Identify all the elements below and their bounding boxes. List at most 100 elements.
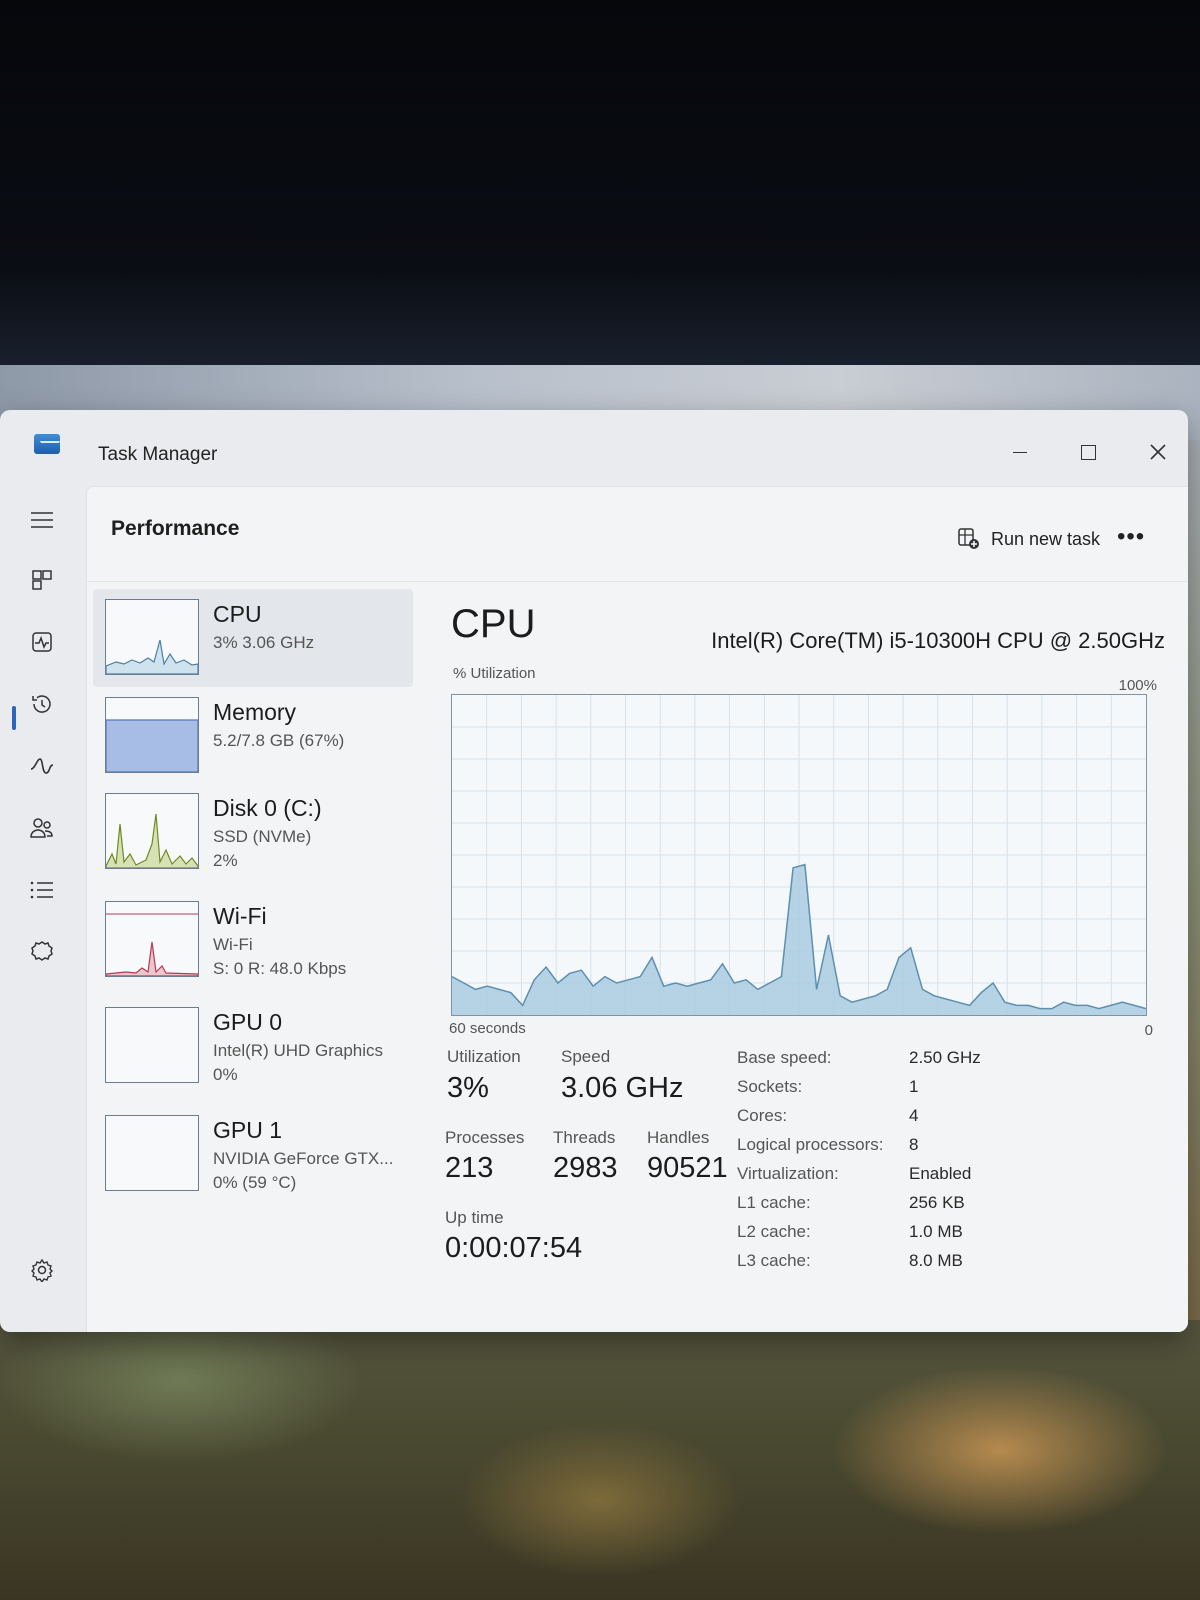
spec-base-speed: Base speed: 2.50 GHz — [737, 1048, 1137, 1076]
cpu-utilization-graph — [451, 694, 1147, 1016]
spec-value: 2.50 GHz — [909, 1048, 981, 1067]
page-title: Performance — [111, 517, 240, 540]
cpu-detail-panel: CPU Intel(R) Core(TM) i5-10300H CPU @ 2.… — [437, 582, 1177, 1332]
sidebar-wifi-name: Wi-Fi — [213, 903, 267, 929]
spec-key: Cores: — [737, 1106, 788, 1125]
cpu-utilization-chart — [452, 695, 1146, 1015]
run-task-icon — [958, 528, 979, 549]
sidebar-memory-name: Memory — [213, 699, 297, 725]
desktop-background-landscape — [0, 1320, 1200, 1600]
sidebar-item-cpu[interactable]: CPU 3% 3.06 GHz — [93, 589, 413, 687]
minimize-button[interactable] — [1000, 436, 1040, 468]
run-new-task-button[interactable]: Run new task — [957, 527, 1100, 551]
window-title: Task Manager — [98, 444, 218, 465]
processes-label: Processes — [445, 1128, 525, 1147]
sidebar-gpu0-name: GPU 0 — [213, 1009, 283, 1035]
spec-l2-cache: L2 cache: 1.0 MB — [737, 1222, 1137, 1250]
spec-value: 256 KB — [909, 1193, 965, 1212]
spec-key: Virtualization: — [737, 1164, 839, 1183]
sidebar-disk-usage: 2% — [213, 851, 238, 870]
task-manager-window: Task Manager Performance Run new task ••… — [0, 410, 1188, 1332]
handles-label: Handles — [647, 1128, 710, 1147]
spec-sockets: Sockets: 1 — [737, 1077, 1137, 1105]
spec-key: L1 cache: — [737, 1193, 811, 1212]
memory-thumbnail-graph — [105, 697, 199, 773]
spec-cores: Cores: 4 — [737, 1106, 1137, 1134]
desktop-background-dark — [0, 0, 1200, 380]
run-new-task-label: Run new task — [991, 528, 1101, 549]
title-bar[interactable]: Task Manager — [0, 410, 1188, 480]
spec-key: Logical processors: — [737, 1135, 884, 1154]
processes-value: 213 — [445, 1152, 494, 1184]
spec-value: 4 — [909, 1106, 919, 1125]
graph-min-label: 0 — [1144, 1022, 1153, 1039]
spec-value: Enabled — [909, 1164, 972, 1183]
sidebar-gpu1-usage: 0% (59 °C) — [213, 1173, 297, 1192]
performance-page: Performance Run new task ••• CPU 3% 3.06… — [86, 486, 1188, 1332]
sidebar-item-memory[interactable]: Memory 5.2/7.8 GB (67%) — [93, 687, 413, 785]
cpu-title: CPU — [451, 602, 536, 646]
speed-value: 3.06 GHz — [561, 1072, 684, 1104]
sidebar-item-disk[interactable]: Disk 0 (C:) SSD (NVMe) 2% — [93, 783, 413, 881]
sidebar-wifi-throughput: S: 0 R: 48.0 Kbps — [213, 959, 347, 978]
services-icon[interactable] — [24, 934, 60, 970]
active-nav-indicator — [12, 706, 16, 730]
maximize-button[interactable] — [1068, 436, 1108, 468]
details-icon[interactable] — [24, 872, 60, 908]
spec-virtualization: Virtualization: Enabled — [737, 1164, 1137, 1192]
sidebar-disk-type: SSD (NVMe) — [213, 827, 312, 846]
spec-l3-cache: L3 cache: 8.0 MB — [737, 1251, 1137, 1279]
wifi-thumbnail-graph — [105, 901, 199, 977]
spec-logical-processors: Logical processors: 8 — [737, 1135, 1137, 1163]
spec-key: Sockets: — [737, 1077, 803, 1096]
gpu0-thumbnail-graph — [105, 1007, 199, 1083]
utilization-label: Utilization — [447, 1047, 521, 1066]
sidebar-item-wifi[interactable]: Wi-Fi Wi-Fi S: 0 R: 48.0 Kbps — [93, 891, 413, 989]
app-history-icon[interactable] — [24, 686, 60, 722]
threads-value: 2983 — [553, 1152, 618, 1184]
disk-thumbnail-graph — [105, 793, 199, 869]
close-icon — [1150, 444, 1166, 460]
utilization-value: 3% — [447, 1072, 489, 1104]
sidebar-cpu-name: CPU — [213, 601, 262, 627]
sidebar-wifi-adapter: Wi-Fi — [213, 935, 253, 954]
task-manager-icon — [34, 434, 60, 454]
cpu-model: Intel(R) Core(TM) i5-10300H CPU @ 2.50GH… — [711, 628, 1165, 653]
spec-value: 8 — [909, 1135, 919, 1154]
sidebar-gpu1-model: NVIDIA GeForce GTX... — [213, 1149, 394, 1168]
performance-icon[interactable] — [24, 624, 60, 660]
spec-value: 8.0 MB — [909, 1251, 963, 1270]
sidebar-memory-detail: 5.2/7.8 GB (67%) — [213, 731, 345, 750]
uptime-label: Up time — [445, 1208, 504, 1227]
sidebar-item-gpu0[interactable]: GPU 0 Intel(R) UHD Graphics 0% — [93, 997, 413, 1095]
hamburger-icon[interactable] — [24, 502, 60, 538]
threads-label: Threads — [553, 1128, 616, 1147]
sidebar-gpu0-usage: 0% — [213, 1065, 238, 1084]
startup-apps-icon[interactable] — [24, 748, 60, 784]
graph-y-label: % Utilization — [453, 665, 536, 682]
handles-value: 90521 — [647, 1152, 728, 1184]
sidebar-item-gpu1[interactable]: GPU 1 NVIDIA GeForce GTX... 0% (59 °C) — [93, 1105, 413, 1203]
sidebar-gpu0-model: Intel(R) UHD Graphics — [213, 1041, 384, 1060]
sidebar-cpu-detail: 3% 3.06 GHz — [213, 633, 315, 652]
spec-key: Base speed: — [737, 1048, 832, 1067]
processes-icon[interactable] — [24, 562, 60, 598]
sidebar-disk-name: Disk 0 (C:) — [213, 795, 322, 821]
navigation-rail — [0, 480, 80, 1332]
graph-time-label: 60 seconds — [449, 1020, 526, 1037]
spec-key: L3 cache: — [737, 1251, 811, 1270]
graph-max-label: 100% — [1118, 677, 1157, 694]
gpu1-thumbnail-graph — [105, 1115, 199, 1191]
settings-icon[interactable] — [24, 1252, 60, 1288]
users-icon[interactable] — [24, 810, 60, 846]
desktop-background-edge — [1188, 440, 1200, 1320]
spec-l1-cache: L1 cache: 256 KB — [737, 1193, 1137, 1221]
uptime-value: 0:00:07:54 — [445, 1232, 583, 1264]
sidebar-gpu1-name: GPU 1 — [213, 1117, 283, 1143]
more-options-button[interactable]: ••• — [1117, 523, 1145, 551]
spec-key: L2 cache: — [737, 1222, 811, 1241]
speed-label: Speed — [561, 1047, 611, 1066]
close-button[interactable] — [1138, 436, 1178, 468]
spec-value: 1.0 MB — [909, 1222, 963, 1241]
cpu-thumbnail-graph — [105, 599, 199, 675]
